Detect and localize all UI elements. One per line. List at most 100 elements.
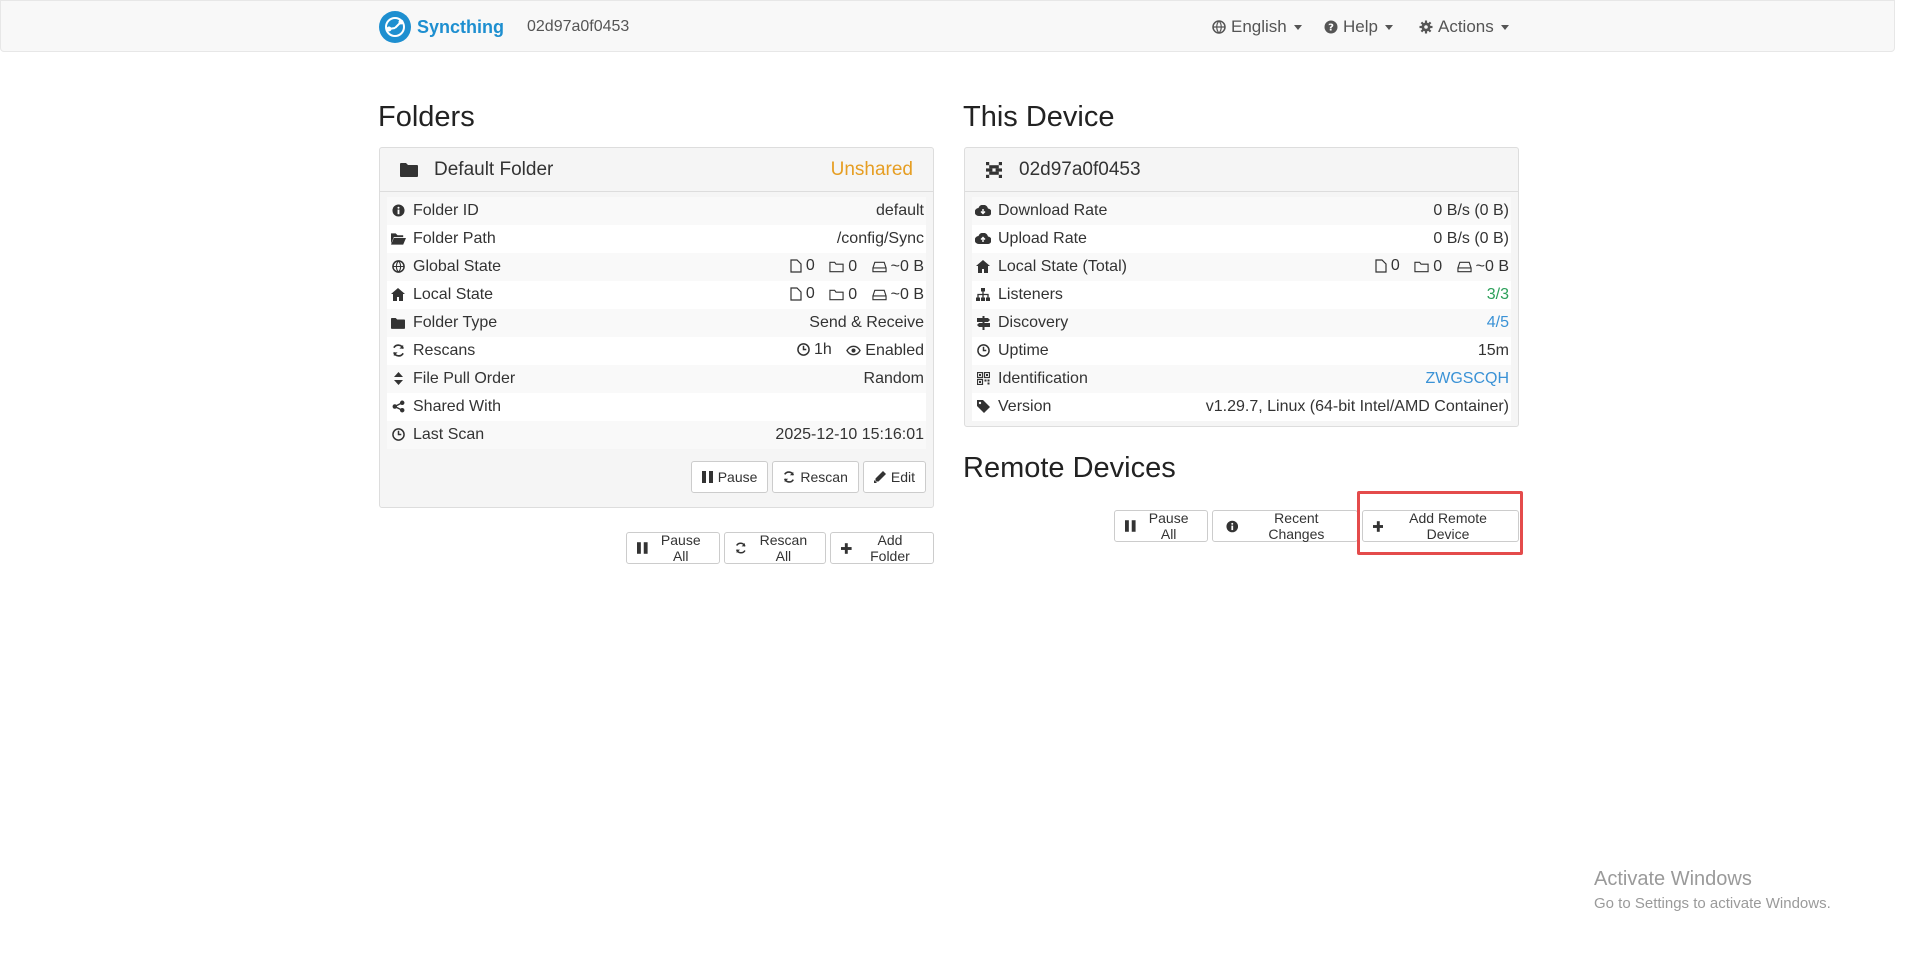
svg-text:?: ? [1328, 23, 1334, 34]
row-value: v1.29.7, Linux (64-bit Intel/AMD Contain… [1205, 398, 1509, 415]
row-label: Identification [998, 370, 1088, 387]
size: ~0 B [872, 286, 924, 304]
plus-icon [841, 542, 852, 554]
watermark-subtitle: Go to Settings to activate Windows. [1594, 895, 1831, 912]
pause-all-devices-label: Pause All [1148, 510, 1189, 542]
watcher-status-value: Enabled [865, 341, 924, 359]
table-row: Uptime 15m [972, 337, 1511, 365]
globe-icon [389, 260, 407, 274]
add-folder-label: Add Folder [870, 532, 910, 564]
row-label: Upload Rate [998, 230, 1087, 247]
this-device-name: 02d97a0f0453 [1019, 158, 1141, 180]
refresh-icon [389, 344, 407, 357]
this-device-panel-body: Download Rate 0 B/s (0 B) Upload Rate 0 … [965, 192, 1518, 421]
size-value: ~0 B [890, 285, 924, 303]
pause-folder-button[interactable]: Pause [690, 461, 769, 493]
recent-changes-button[interactable]: Recent Changes [1211, 510, 1358, 542]
table-row: Rescans 1h Enabled [387, 337, 926, 365]
cloud-upload-icon [974, 232, 992, 245]
brand-logo[interactable]: Syncthing [379, 10, 504, 44]
this-device-panel: 02d97a0f0453 Download Rate 0 B/s (0 B) U… [964, 147, 1519, 427]
add-remote-device-label: Add Remote Device [1409, 510, 1487, 542]
folder-open-icon [389, 232, 407, 245]
pause-folder-label: Pause [717, 469, 758, 485]
refresh-icon [735, 542, 746, 554]
table-row: Version v1.29.7, Linux (64-bit Intel/AMD… [972, 393, 1511, 421]
row-value: 2025-12-10 15:16:01 [775, 426, 924, 443]
discovery-value[interactable]: 4/5 [1487, 314, 1509, 331]
watcher-status: Enabled [846, 342, 924, 360]
remote-devices-heading: Remote Devices [963, 452, 1176, 484]
info-circle-icon [389, 204, 407, 217]
pause-all-folders-label: Pause All [660, 532, 701, 564]
row-label: Global State [413, 258, 502, 275]
file-count: 0 [790, 257, 815, 275]
folders-heading: Folders [378, 101, 475, 133]
sitemap-icon [974, 288, 992, 302]
row-value: default [875, 202, 924, 219]
table-row: Discovery 4/5 [972, 309, 1511, 337]
add-remote-device-button[interactable]: Add Remote Device [1361, 510, 1519, 542]
row-label: Discovery [998, 314, 1069, 331]
table-row: Local State (Total) 0 0 ~0 B [972, 253, 1511, 281]
dir-count: 0 [829, 258, 857, 276]
help-menu[interactable]: ? Help [1324, 17, 1393, 37]
watermark-title: Activate Windows [1594, 868, 1752, 890]
gear-icon [1419, 20, 1433, 34]
table-row: Identification ZWGSCQH [972, 365, 1511, 393]
table-row: Listeners 3/3 [972, 281, 1511, 309]
navbar-device-id: 02d97a0f0453 [527, 18, 630, 35]
pause-all-devices-button[interactable]: Pause All [1114, 510, 1208, 542]
row-value: 0 B/s (0 B) [1433, 230, 1509, 247]
folder-name: Default Folder [434, 158, 554, 180]
rescan-folder-button[interactable]: Rescan [772, 461, 859, 493]
clock-icon [974, 344, 992, 358]
identification-value[interactable]: ZWGSCQH [1425, 370, 1509, 387]
folder-panel-footer: Pause Rescan Edit [380, 449, 933, 503]
this-device-panel-heading[interactable]: 02d97a0f0453 [965, 148, 1518, 192]
table-row: Download Rate 0 B/s (0 B) [972, 197, 1511, 225]
folder-panel-heading[interactable]: Default Folder Unshared [380, 148, 933, 192]
dir-count: 0 [1414, 258, 1442, 276]
table-row: File Pull Order Random [387, 365, 926, 393]
pause-all-folders-button[interactable]: Pause All [626, 532, 720, 564]
actions-menu[interactable]: Actions [1419, 17, 1509, 37]
row-label: Listeners [998, 286, 1063, 303]
file-count: 0 [790, 285, 815, 303]
folders-actions: Pause All Rescan All Add Folder [622, 532, 934, 564]
device-details-table: Download Rate 0 B/s (0 B) Upload Rate 0 … [972, 197, 1511, 421]
device-identicon-icon [983, 161, 1005, 178]
size: ~0 B [1457, 258, 1509, 276]
brand-name: Syncthing [417, 16, 505, 37]
table-row: Last Scan 2025-12-10 15:16:01 [387, 421, 926, 449]
row-label: Folder ID [413, 202, 479, 219]
row-value: 15m [1477, 342, 1509, 359]
tag-icon [974, 400, 992, 414]
edit-folder-button[interactable]: Edit [862, 461, 926, 493]
table-row: Shared With [387, 393, 926, 421]
file-count: 0 [1375, 257, 1400, 275]
listeners-value[interactable]: 3/3 [1487, 286, 1509, 303]
folder-details-table: Folder ID default Folder Path /config/Sy… [387, 197, 926, 449]
row-label: Rescans [413, 342, 476, 359]
add-folder-button[interactable]: Add Folder [830, 532, 934, 564]
recent-changes-label: Recent Changes [1268, 510, 1325, 542]
row-label: Shared With [413, 398, 502, 415]
row-value: Send & Receive [809, 314, 924, 331]
language-menu[interactable]: English [1212, 17, 1302, 37]
rescan-all-button[interactable]: Rescan All [723, 532, 827, 564]
signpost-icon [974, 315, 992, 330]
row-label: Uptime [998, 342, 1049, 359]
sort-icon [389, 372, 407, 386]
table-row: Local State 0 0 ~0 B [387, 281, 926, 309]
globe-icon [1212, 20, 1226, 34]
question-circle-icon: ? [1324, 20, 1338, 34]
info-circle-icon [1226, 520, 1238, 532]
dir-count-value: 0 [1433, 257, 1443, 275]
size-value: ~0 B [890, 257, 924, 275]
row-label: Folder Path [413, 230, 496, 247]
folder-panel-body: Folder ID default Folder Path /config/Sy… [380, 192, 933, 449]
home-icon [974, 260, 992, 274]
rescan-all-label: Rescan All [759, 532, 808, 564]
file-count-value: 0 [805, 256, 815, 274]
